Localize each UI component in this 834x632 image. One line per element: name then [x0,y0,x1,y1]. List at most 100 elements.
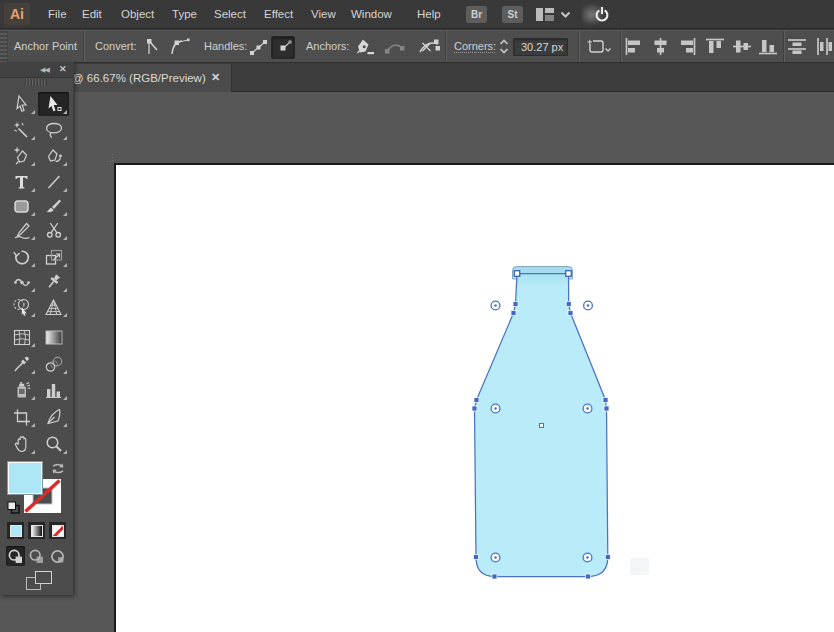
stepper-down-icon[interactable] [499,48,509,54]
collapse-panel-icon[interactable]: ◀◀ [40,66,49,74]
convert-to-corner-icon[interactable] [141,36,162,57]
width-tool[interactable] [6,270,37,294]
scale-tool[interactable] [38,245,69,269]
type-tool[interactable] [6,170,37,194]
blend-tool[interactable] [38,352,69,376]
align-top-icon[interactable] [706,38,724,55]
curvature-tool[interactable] [38,144,69,168]
anchor-point-selected[interactable] [566,302,571,307]
menu-item-file[interactable]: File [48,0,67,28]
none-button[interactable] [49,522,66,539]
draw-normal-button[interactable] [6,546,25,566]
distribute-horizontal-icon[interactable] [816,38,834,55]
swap-fill-stroke-icon[interactable] [51,462,65,475]
anchor-point-unselected[interactable] [566,271,572,277]
menu-item-select[interactable]: Select [214,0,246,28]
bridge-button[interactable]: Br [466,6,487,23]
mesh-tool[interactable] [6,325,37,349]
anchor-point-selected[interactable] [511,311,516,316]
close-panel-icon[interactable]: ✕ [59,64,67,74]
artboard-tool[interactable] [6,405,37,429]
anchor-point-selected[interactable] [474,555,479,560]
gradient-button[interactable] [28,522,45,539]
anchor-point-selected[interactable] [474,398,479,403]
corners-input[interactable]: 30.27 px [513,38,568,56]
corner-widget[interactable] [491,553,500,562]
perspective-grid-tool[interactable] [38,295,69,319]
direct-selection-tool[interactable] [38,92,69,116]
align-center-icon[interactable] [652,38,669,55]
default-fill-stroke-icon[interactable] [7,501,20,514]
corners-label[interactable]: Corners: [454,40,496,52]
control-bar-grip[interactable] [0,31,8,62]
anchor-point-selected[interactable] [492,574,497,579]
anchor-point-selected[interactable] [603,398,608,403]
menu-item-edit[interactable]: Edit [82,0,102,28]
selection-tool[interactable] [6,92,37,116]
align-right-icon[interactable] [679,38,696,55]
align-bottom-icon[interactable] [759,38,777,55]
anchor-point-selected[interactable] [605,555,610,560]
pen-tool[interactable] [6,144,37,168]
menu-item-effect[interactable]: Effect [264,0,293,28]
hand-tool[interactable] [6,432,37,456]
symbol-sprayer-tool[interactable] [6,378,37,402]
draw-behind-button[interactable] [27,546,46,566]
menu-item-help[interactable]: Help [417,0,441,28]
canvas-area[interactable] [0,92,834,632]
anchor-point-selected[interactable] [604,406,609,411]
connect-anchors-icon[interactable] [383,38,406,56]
anchor-point-selected[interactable] [586,574,591,579]
power-icon[interactable] [582,4,610,26]
corner-widget[interactable] [491,404,500,413]
color-button[interactable] [7,522,24,539]
show-handles-button[interactable] [247,36,270,59]
stepper-up-icon[interactable] [499,39,509,45]
corner-widget[interactable] [584,301,593,310]
remove-anchors-icon[interactable] [353,36,376,59]
corner-widget[interactable] [583,553,592,562]
workspace-switcher-icon[interactable] [536,8,554,21]
anchor-point-selected[interactable] [472,406,477,411]
stock-button[interactable]: St [502,6,523,23]
scissors-tool[interactable] [38,218,69,242]
panel-grip[interactable] [25,79,47,86]
hide-handles-button[interactable] [271,36,295,59]
convert-to-smooth-icon[interactable] [169,36,192,57]
gradient-tool[interactable] [38,325,69,349]
anchor-point-unselected[interactable] [514,271,520,277]
menu-item-view[interactable]: View [311,0,336,28]
rectangle-tool[interactable] [6,194,37,218]
zoom-tool[interactable] [38,432,69,456]
slice-tool[interactable] [38,405,69,429]
column-graph-tool[interactable] [38,378,69,402]
corners-stepper[interactable] [499,39,509,54]
menu-item-type[interactable]: Type [172,0,197,28]
shaper-tool[interactable] [6,218,37,242]
isolate-object-icon[interactable] [585,37,613,58]
corner-widget[interactable] [583,404,592,413]
tab-close-icon[interactable]: ✕ [211,71,220,84]
align-middle-icon[interactable] [733,38,751,55]
shape-builder-tool[interactable] [6,295,37,319]
magic-wand-tool[interactable] [6,118,37,142]
draw-inside-button[interactable] [48,546,67,566]
anchor-point-selected[interactable] [513,302,518,307]
distribute-vertical-icon[interactable] [788,38,806,55]
document-tab[interactable]: @ 66.67% (RGB/Preview) ✕ [56,64,232,92]
bottle-artwork[interactable] [0,92,834,632]
lasso-tool[interactable] [38,118,69,142]
line-segment-tool[interactable] [38,170,69,194]
chevron-down-icon[interactable] [560,11,571,19]
cut-path-icon[interactable] [417,36,441,57]
anchor-point-selected[interactable] [568,311,573,316]
puppet-warp-tool[interactable] [38,270,69,294]
screen-mode-button[interactable] [26,571,54,591]
fill-swatch[interactable] [7,461,43,495]
paintbrush-tool[interactable] [38,194,69,218]
corner-widget[interactable] [491,301,500,310]
rotate-tool[interactable] [6,245,37,269]
eyedropper-tool[interactable] [6,352,37,376]
align-left-icon[interactable] [625,38,642,55]
menu-item-object[interactable]: Object [121,0,154,28]
